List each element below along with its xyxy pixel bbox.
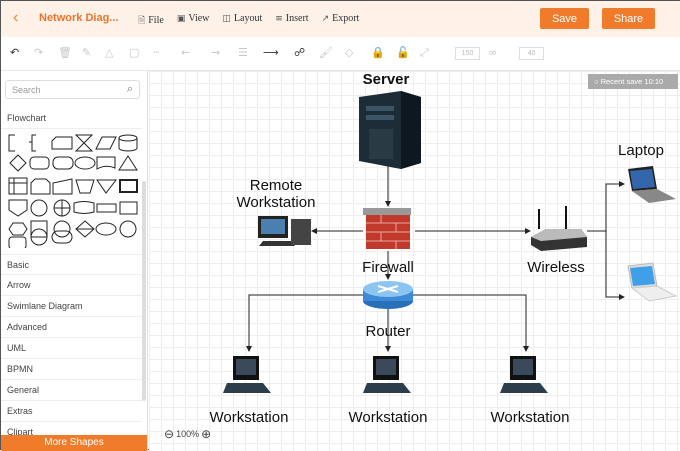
check-circle-icon: ○ [594, 77, 601, 86]
zoom-level: 100% [176, 429, 200, 439]
laptop-icon [628, 166, 676, 203]
workstation-icon-1 [223, 356, 271, 393]
label-workstation-3[interactable]: Workstation [480, 409, 580, 426]
label-laptop[interactable]: Laptop [606, 142, 676, 159]
label-workstation-1[interactable]: Workstation [199, 409, 299, 426]
workstation-icon-2 [363, 356, 411, 393]
router-icon [363, 281, 413, 309]
label-wireless[interactable]: Wireless [516, 259, 596, 276]
label-firewall[interactable]: Firewall [348, 259, 428, 276]
workstation-icons [223, 356, 548, 393]
zoom-out-icon[interactable]: ⊖ [164, 427, 174, 441]
firewall-icon [363, 208, 411, 249]
label-remote-workstation[interactable]: Remote Workstation [226, 177, 326, 211]
recent-save-badge: ○ Recent save 10:10 [588, 74, 678, 89]
network-diagram [223, 91, 678, 393]
label-workstation-2[interactable]: Workstation [338, 409, 438, 426]
workstation-icon-3 [500, 356, 548, 393]
remote-workstation-icon [258, 216, 311, 246]
wireless-router-icon [531, 206, 587, 251]
label-server[interactable]: Server [351, 71, 421, 88]
label-router[interactable]: Router [348, 323, 428, 340]
server-icon [359, 91, 421, 169]
laptop-white-icon [627, 262, 678, 302]
zoom-control: ⊖ 100% ⊕ [164, 427, 211, 441]
zoom-in-icon[interactable]: ⊕ [201, 427, 211, 441]
